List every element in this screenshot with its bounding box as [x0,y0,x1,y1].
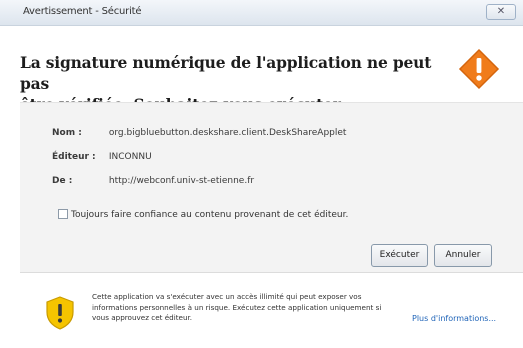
more-info-link[interactable]: Plus d'informations... [412,314,496,323]
window-title: Avertissement - Sécurité [23,6,142,17]
name-label: Nom : [52,128,82,138]
headline-line-1: La signature numérique de l'application … [20,53,432,93]
from-label: De : [52,176,73,186]
from-row: De : http://webconf.univ-st-etienne.fr [52,176,254,186]
close-icon: ✕ [496,6,506,17]
trust-checkbox[interactable] [58,209,68,219]
trust-checkbox-label[interactable]: Toujours faire confiance au contenu prov… [71,210,348,220]
name-row: Nom : org.bigbluebutton.deskshare.client… [52,128,346,138]
run-button[interactable]: Exécuter [371,244,428,267]
shield-warning-icon [46,296,74,330]
trust-checkbox-row[interactable]: Toujours faire confiance au contenu prov… [58,209,348,220]
publisher-label: Éditeur : [52,152,96,162]
footer-warning-text: Cette application va s'exécuter avec un … [92,292,382,322]
close-button[interactable]: ✕ [486,4,516,20]
publisher-row: Éditeur : INCONNU [52,152,152,162]
cancel-button[interactable]: Annuler [434,244,492,267]
warning-diamond-icon [458,48,500,90]
publisher-value: INCONNU [108,152,152,162]
name-value: org.bigbluebutton.deskshare.client.DeskS… [108,128,347,138]
from-value: http://webconf.univ-st-etienne.fr [108,176,255,186]
